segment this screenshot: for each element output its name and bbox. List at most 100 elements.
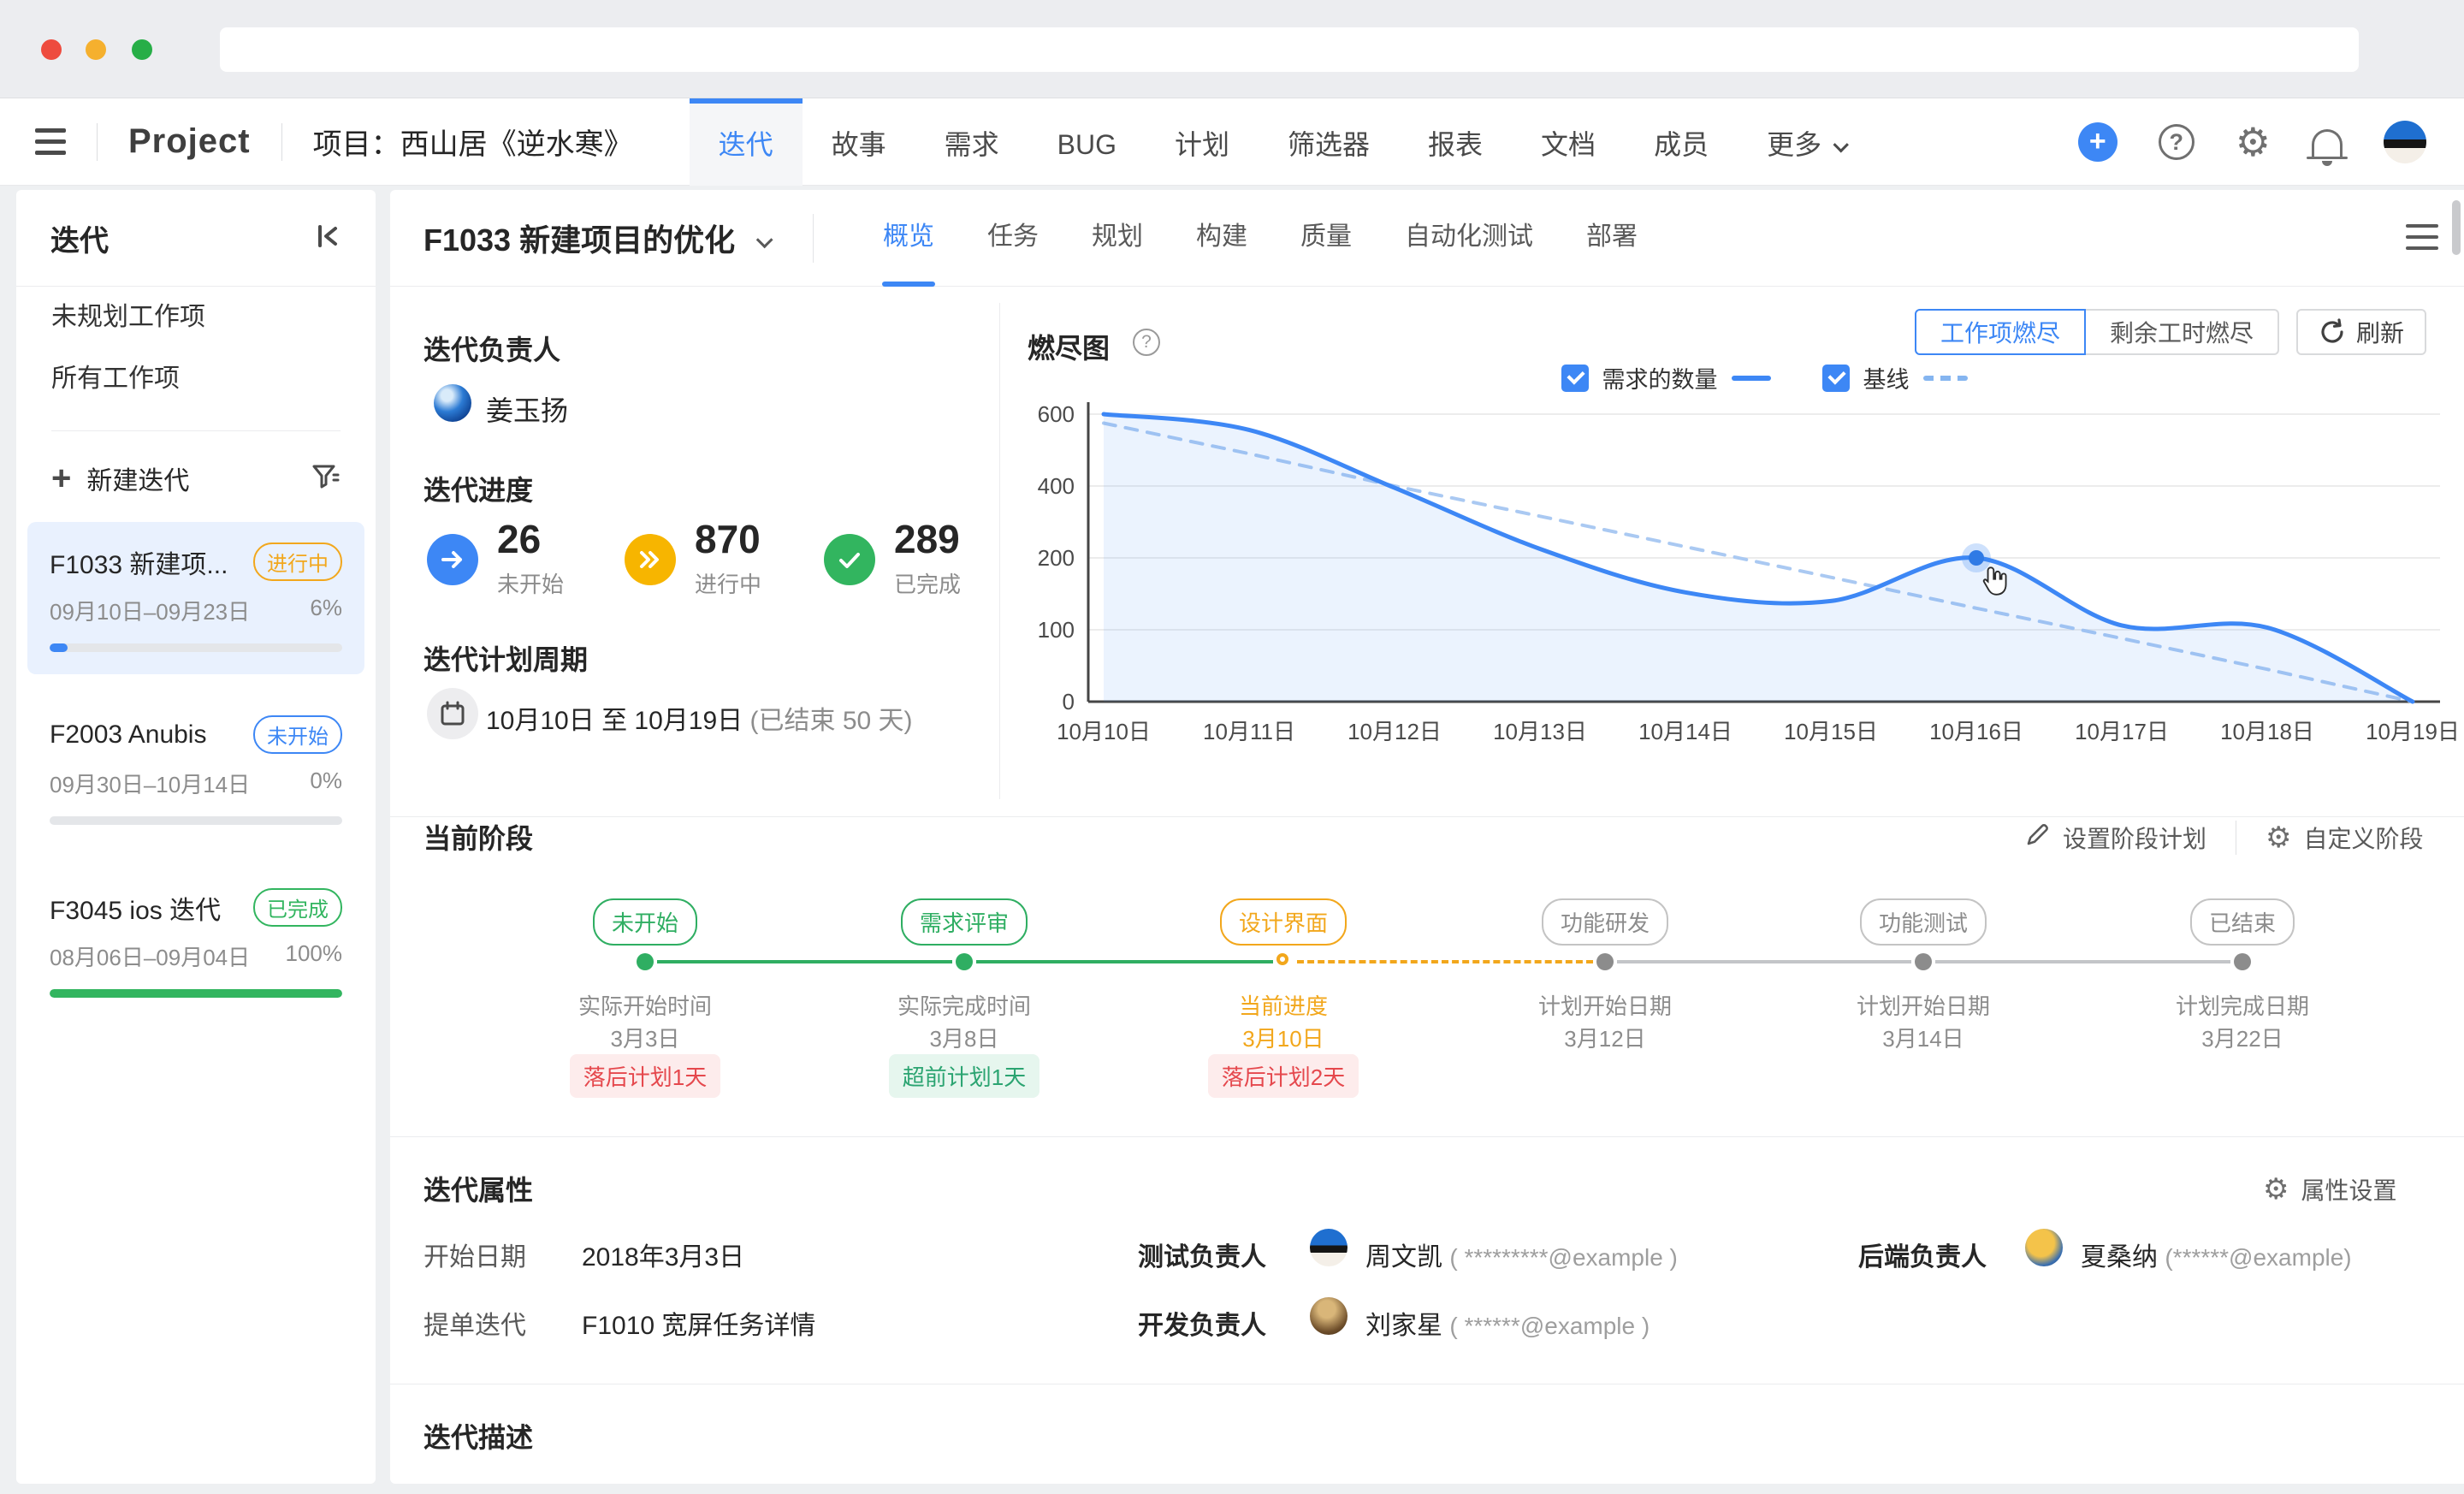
stage-pill-test[interactable]: 功能测试 bbox=[1860, 898, 1987, 946]
dev-owner-name[interactable]: 刘家星 ( ******@example ) bbox=[1365, 1304, 1650, 1342]
iteration-card-f2003[interactable]: F2003 Anubis 未开始 09月30日–10月14日 0% bbox=[27, 695, 364, 847]
tab-tasks[interactable]: 任务 bbox=[961, 190, 1065, 287]
iteration-card-f3045[interactable]: F3045 ios 迭代 已完成 08月06日–09月04日 100% bbox=[27, 868, 364, 1020]
svg-text:10月13日: 10月13日 bbox=[1493, 719, 1587, 744]
tab-autotest[interactable]: 自动化测试 bbox=[1378, 190, 1560, 287]
iteration-card-f1033[interactable]: F1033 新建项... 进行中 09月10日–09月23日 6% bbox=[27, 522, 364, 674]
divider bbox=[51, 430, 341, 431]
window-zoom-button[interactable] bbox=[132, 39, 152, 60]
settings-gear-icon[interactable]: ⚙ bbox=[2236, 122, 2271, 162]
tab-build[interactable]: 构建 bbox=[1170, 190, 1274, 287]
plus-icon: + bbox=[51, 461, 71, 495]
toggle-hours-burndown[interactable]: 剩余工时燃尽 bbox=[2086, 309, 2279, 355]
solid-line-swatch bbox=[1732, 376, 1771, 381]
dev-owner-label: 开发负责人 bbox=[1138, 1304, 1266, 1342]
ticket-iteration-value[interactable]: F1010 宽屏任务详情 bbox=[582, 1304, 815, 1342]
timeline-dot bbox=[956, 953, 973, 970]
tab-overview[interactable]: 概览 bbox=[856, 190, 961, 287]
nav-tab-more[interactable]: 更多 bbox=[1738, 98, 1872, 186]
tab-deploy[interactable]: 部署 bbox=[1560, 190, 1664, 287]
help-icon[interactable]: ? bbox=[2159, 124, 2194, 160]
refresh-button[interactable]: 刷新 bbox=[2296, 309, 2426, 355]
stage-delay-badge: 落后计划1天 bbox=[570, 1054, 720, 1098]
nav-tab-members[interactable]: 成员 bbox=[1625, 98, 1738, 186]
scrollbar-thumb[interactable] bbox=[2452, 200, 2461, 255]
stage-pill-notstarted[interactable]: 未开始 bbox=[593, 898, 697, 946]
user-avatar[interactable] bbox=[2384, 121, 2426, 163]
create-button[interactable]: + bbox=[2078, 122, 2118, 162]
svg-text:0: 0 bbox=[1063, 689, 1075, 714]
nav-tab-plan[interactable]: 计划 bbox=[1146, 98, 1259, 186]
stage-pill-dev[interactable]: 功能研发 bbox=[1542, 898, 1668, 946]
nav-tab-bug[interactable]: BUG bbox=[1028, 98, 1146, 186]
timeline-segment-dashed bbox=[1297, 960, 1593, 963]
props-settings-button[interactable]: 属性设置 bbox=[2301, 1172, 2396, 1206]
stage-pill-end[interactable]: 已结束 bbox=[2190, 898, 2295, 946]
divider bbox=[281, 123, 282, 161]
timeline-segment bbox=[657, 960, 952, 963]
detail-header: F1033 新建项目的优化 概览 任务 规划 构建 质量 自动化测试 部署 bbox=[390, 190, 2464, 287]
stage-date: 3月14日 bbox=[1786, 1022, 2060, 1053]
window-minimize-button[interactable] bbox=[86, 39, 106, 60]
stage-info-label: 实际开始时间 bbox=[508, 989, 782, 1021]
stage-pill-design[interactable]: 设计界面 bbox=[1220, 898, 1347, 946]
check-icon bbox=[824, 534, 875, 585]
help-icon[interactable]: ? bbox=[1133, 329, 1160, 356]
period-section-label: 迭代计划周期 bbox=[424, 638, 588, 678]
svg-text:10月19日: 10月19日 bbox=[2366, 719, 2456, 744]
test-owner-name[interactable]: 周文凯 ( *********@example ) bbox=[1365, 1236, 1678, 1273]
set-stage-plan-button[interactable]: 设置阶段计划 bbox=[2063, 821, 2206, 855]
iteration-title: F3045 ios 迭代 bbox=[50, 889, 221, 927]
tab-planning[interactable]: 规划 bbox=[1065, 190, 1170, 287]
iteration-detail-title[interactable]: F1033 新建项目的优化 bbox=[424, 216, 766, 260]
nav-tab-iteration[interactable]: 迭代 bbox=[690, 98, 803, 186]
custom-stage-button[interactable]: 自定义阶段 bbox=[2304, 821, 2424, 855]
notification-bell-icon[interactable] bbox=[2312, 129, 2343, 157]
iteration-dates: 09月30日–10月14日 bbox=[50, 768, 250, 799]
nav-tab-filter[interactable]: 筛选器 bbox=[1259, 98, 1399, 186]
timeline-dot bbox=[1596, 953, 1614, 970]
backend-owner-name[interactable]: 夏桑纳 (******@example) bbox=[2081, 1236, 2352, 1273]
browser-address-bar[interactable] bbox=[220, 27, 2359, 72]
window-close-button[interactable] bbox=[41, 39, 62, 60]
nav-tabs: 迭代 故事 需求 BUG 计划 筛选器 报表 文档 成员 更多 bbox=[690, 98, 1872, 186]
burndown-toggle: 工作项燃尽 剩余工时燃尽 bbox=[1915, 309, 2279, 355]
stat-label: 进行中 bbox=[695, 567, 761, 599]
checkbox-checked-icon[interactable] bbox=[1561, 365, 1589, 392]
divider bbox=[390, 1136, 2464, 1137]
hamburger-menu-icon[interactable] bbox=[35, 128, 66, 155]
burndown-chart[interactable]: 010020040060010月10日10月11日10月12日10月13日10月… bbox=[1022, 394, 2456, 762]
legend-baseline[interactable]: 基线 bbox=[1822, 361, 1968, 394]
owner-name[interactable]: 姜玉扬 bbox=[486, 389, 568, 429]
iteration-dates: 08月06日–09月04日 bbox=[50, 940, 250, 972]
stage-pill-review[interactable]: 需求评审 bbox=[901, 898, 1028, 946]
sidebar-item-all[interactable]: 所有工作项 bbox=[16, 348, 376, 410]
stage-delay-badge: 落后计划2天 bbox=[1208, 1054, 1359, 1098]
timeline-segment bbox=[976, 960, 1273, 963]
stage-info-label: 计划完成日期 bbox=[2106, 989, 2379, 1021]
legend-demand-count[interactable]: 需求的数量 bbox=[1561, 361, 1771, 394]
iteration-detail-panel: F1033 新建项目的优化 概览 任务 规划 构建 质量 自动化测试 部署 迭代… bbox=[390, 190, 2464, 1484]
nav-tab-story[interactable]: 故事 bbox=[803, 98, 915, 186]
filter-funnel-icon[interactable] bbox=[310, 461, 341, 496]
iteration-percent: 6% bbox=[310, 595, 342, 626]
nav-tab-report[interactable]: 报表 bbox=[1399, 98, 1512, 186]
list-view-icon[interactable] bbox=[2406, 224, 2438, 250]
new-iteration-button[interactable]: 新建迭代 bbox=[86, 459, 189, 497]
project-breadcrumb[interactable]: 项目：西山居《逆水寒》 bbox=[313, 121, 633, 163]
detail-tabs: 概览 任务 规划 构建 质量 自动化测试 部署 bbox=[856, 190, 1664, 287]
collapse-sidebar-icon[interactable] bbox=[314, 222, 341, 254]
stat-value: 26 bbox=[497, 519, 564, 559]
iteration-title: F2003 Anubis bbox=[50, 720, 206, 750]
gear-icon: ⚙ bbox=[2266, 821, 2291, 855]
sidebar-header: 迭代 bbox=[16, 190, 376, 287]
checkbox-checked-icon[interactable] bbox=[1822, 365, 1850, 392]
nav-tab-requirement[interactable]: 需求 bbox=[915, 98, 1028, 186]
toggle-workitem-burndown[interactable]: 工作项燃尽 bbox=[1915, 309, 2086, 355]
status-badge: 已完成 bbox=[253, 888, 342, 927]
props-section-title: 迭代属性 bbox=[424, 1169, 533, 1208]
nav-tab-docs[interactable]: 文档 bbox=[1512, 98, 1625, 186]
tab-quality[interactable]: 质量 bbox=[1274, 190, 1378, 287]
svg-text:10月10日: 10月10日 bbox=[1057, 719, 1151, 744]
sidebar-item-unplanned[interactable]: 未规划工作项 bbox=[16, 287, 376, 348]
